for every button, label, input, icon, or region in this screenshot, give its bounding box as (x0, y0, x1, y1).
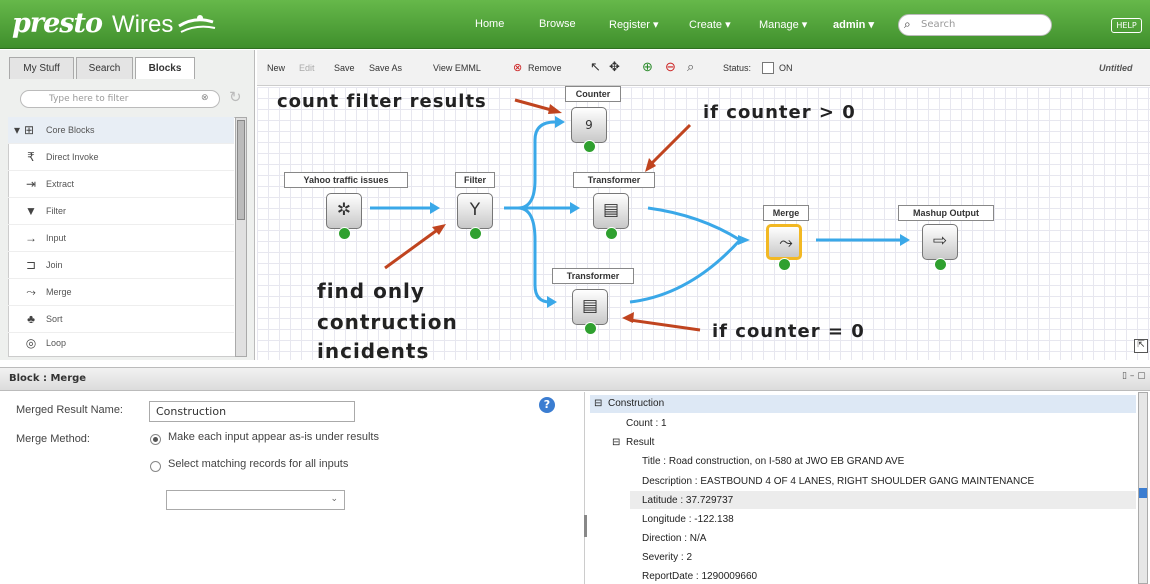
play-icon[interactable] (469, 227, 482, 240)
merged-name-value: Construction (156, 405, 227, 418)
counter-value: 9 (585, 118, 593, 132)
tree-scrollbar[interactable] (1138, 392, 1148, 584)
yahoo-block[interactable]: ✲ (326, 193, 362, 229)
block-label: Yahoo traffic issues (284, 172, 408, 188)
play-icon[interactable] (338, 227, 351, 240)
annotation: incidents (317, 339, 430, 363)
block-label: Filter (455, 172, 495, 188)
play-icon[interactable] (584, 322, 597, 335)
tree-longitude: Longitude : -122.138 (642, 514, 734, 525)
option2-label: Select matching records for all inputs (168, 458, 349, 470)
gear-icon: ✲ (336, 200, 352, 220)
radio-option1[interactable] (150, 434, 161, 445)
tree-result: Result (626, 437, 655, 448)
tree-expand-icon[interactable]: ⊟ (612, 437, 620, 448)
play-icon[interactable] (778, 258, 791, 271)
block-label: Transformer (573, 172, 655, 188)
tree-count: Count : 1 (626, 418, 667, 429)
tree-root: Construction (608, 398, 665, 409)
merge-method-label: Merge Method: (16, 433, 90, 445)
block-label: Transformer (552, 268, 634, 284)
merge-icon: ⤳ (779, 233, 793, 253)
merged-name-label: Merged Result Name: (16, 404, 123, 416)
play-icon[interactable] (605, 227, 618, 240)
merge-form: Merged Result Name: Construction ? Merge… (0, 392, 585, 584)
block-label: Mashup Output (898, 205, 994, 221)
tree-description: Description : EASTBOUND 4 OF 4 LANES, RI… (642, 476, 1035, 487)
merged-name-field[interactable]: Construction (149, 401, 355, 422)
radio-option2[interactable] (150, 461, 161, 472)
expand-icon[interactable]: ⇱ (1134, 339, 1148, 353)
panel-title: Block : Merge (9, 373, 87, 384)
tree-title: Title : Road construction, on I-580 at J… (642, 456, 905, 467)
chevron-down-icon: ⌄ (330, 494, 338, 504)
play-icon[interactable] (583, 140, 596, 153)
document-icon: ▤ (581, 296, 599, 316)
option1-label: Make each input appear as-is under resul… (168, 431, 379, 443)
tree-direction: Direction : N/A (642, 533, 707, 544)
panel-controls[interactable]: ▯ – ▢ (1122, 371, 1146, 381)
document-icon: ▤ (602, 200, 620, 220)
filter-icon: Y (469, 200, 481, 220)
block-label: Merge (763, 205, 809, 221)
tree-row-selected[interactable] (590, 395, 1136, 413)
mashup-output-block[interactable]: ⇨ (922, 224, 958, 260)
annotation: if counter > 0 (703, 102, 856, 123)
result-tree: ⊟ Construction Count : 1 ⊟ Result Title … (590, 392, 1148, 584)
filter-block[interactable]: Y (457, 193, 493, 229)
play-icon[interactable] (934, 258, 947, 271)
transformer-block[interactable]: ▤ (593, 193, 629, 229)
tree-expand-icon[interactable]: ⊟ (594, 398, 602, 409)
tree-severity: Severity : 2 (642, 552, 693, 563)
annotation: count filter results (277, 91, 487, 112)
merge-block[interactable]: ⤳ (766, 224, 802, 260)
annotation: find only (317, 279, 425, 303)
select-dropdown[interactable]: ⌄ (166, 490, 345, 510)
splitter[interactable] (584, 515, 587, 537)
annotation: contruction (317, 310, 458, 334)
transformer-block[interactable]: ▤ (572, 289, 608, 325)
info-icon[interactable]: ? (539, 397, 555, 413)
block-label: Counter (565, 86, 621, 102)
tree-reportdate: ReportDate : 1290009660 (642, 571, 758, 582)
tree-latitude: Latitude : 37.729737 (642, 495, 734, 506)
annotation: if counter = 0 (712, 321, 865, 342)
counter-block[interactable]: 9 (571, 107, 607, 143)
output-icon: ⇨ (932, 231, 948, 251)
panel-header: Block : Merge ▯ – ▢ (0, 367, 1150, 391)
